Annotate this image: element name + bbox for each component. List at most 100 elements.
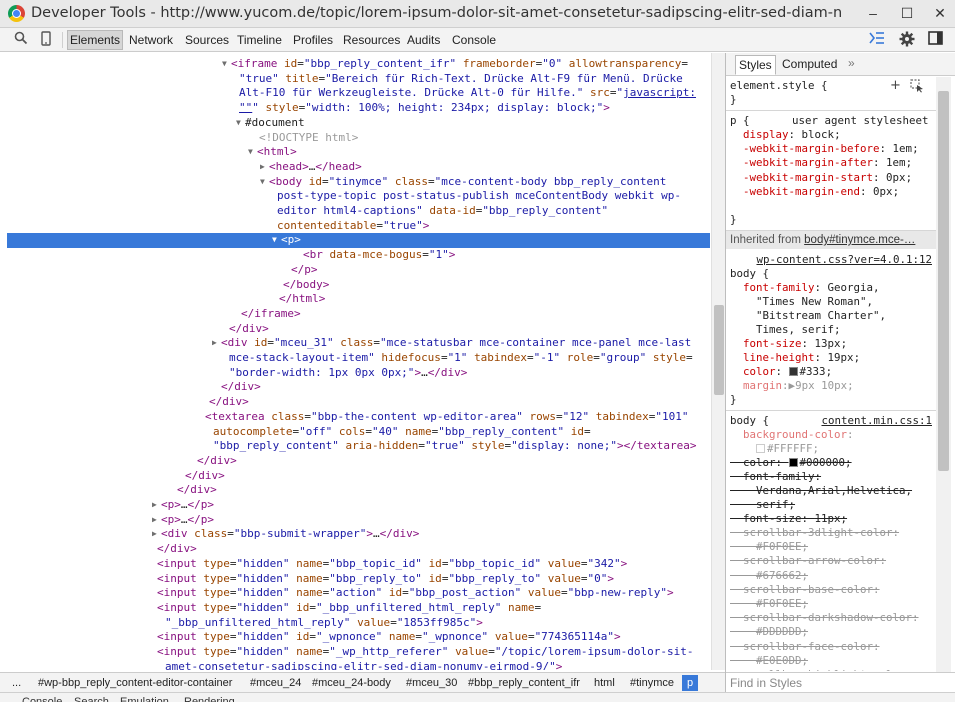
rule2-bg-name[interactable]: background-color	[743, 428, 847, 441]
scrollbar-property-name[interactable]: scrollbar-base-color:	[743, 583, 880, 596]
collapse-triangle-icon[interactable]: ▼	[222, 57, 227, 72]
rule2-fs-name[interactable]: font-size	[743, 512, 802, 525]
expand-triangle-icon[interactable]: ▶	[152, 498, 157, 513]
collapse-triangle-icon[interactable]: ▼	[248, 145, 253, 160]
collapse-triangle-icon[interactable]: ▼	[260, 175, 265, 190]
rule1-font-family-value-0[interactable]: Georgia,	[828, 281, 880, 294]
dom-node-row[interactable]: post-type-topic post-status-publish mceC…	[7, 189, 710, 204]
scrollbar-property-line[interactable]: scrollbar-face-color:	[730, 640, 936, 655]
rule2-ff-value-1[interactable]: serif;	[756, 498, 795, 511]
find-in-styles-input[interactable]	[730, 675, 930, 691]
more-tabs-chevron-icon[interactable]: »	[848, 56, 855, 70]
breadcrumb-item-selected[interactable]: p	[682, 675, 699, 691]
ua-property-value[interactable]: 1em	[893, 142, 913, 155]
dom-node-row[interactable]: """ style="width: 100%; height: 234px; d…	[7, 101, 710, 116]
expand-triangle-icon[interactable]: ▶	[212, 336, 217, 351]
minimize-button[interactable]: –	[862, 4, 884, 22]
device-mode-icon[interactable]	[37, 31, 55, 49]
rule1-selector[interactable]: body {	[730, 267, 769, 280]
rule1-font-size-name[interactable]: font-size	[743, 337, 802, 350]
drawer-tab-rendering[interactable]: Rendering	[184, 696, 235, 702]
dom-node-row[interactable]: ▶ <div id="mceu_31" class="mce-statusbar …	[7, 336, 710, 351]
tab-styles[interactable]: Styles	[735, 55, 776, 75]
dom-node-row[interactable]: ▶ <p>…</p>	[7, 513, 710, 528]
tab-computed[interactable]: Computed	[779, 55, 840, 75]
scrollbar-property-name[interactable]: scrollbar-3dlight-color:	[743, 526, 899, 539]
dom-node-row[interactable]: <input type="hidden" id="_bbp_unfiltered…	[7, 601, 710, 616]
rule1-font-family-name[interactable]: font-family	[743, 281, 815, 294]
dom-node-row[interactable]: <input type="hidden" id="_wpnonce" name=…	[7, 630, 710, 645]
rule2-source-link[interactable]: content.min.css:1	[821, 414, 932, 427]
dom-node-row[interactable]: </div>	[7, 454, 710, 469]
color-swatch[interactable]	[756, 444, 766, 453]
drawer-tab-emulation[interactable]: Emulation	[120, 696, 169, 702]
element-style-selector[interactable]: element.style {	[730, 79, 828, 92]
collapse-triangle-icon[interactable]: ▼	[272, 233, 277, 248]
dom-node-row[interactable]: </p>	[7, 263, 710, 278]
ua-property-line[interactable]: -webkit-margin-start: 0px;	[730, 171, 936, 186]
scrollbar-property-name[interactable]: scrollbar-highlight-color:	[743, 668, 912, 671]
rule1-margin-value[interactable]: 9px 10px	[795, 379, 847, 392]
scrollbar-property-value[interactable]: #676662;	[730, 569, 936, 584]
dom-node-row[interactable]: </div>	[7, 322, 710, 337]
expand-triangle-icon[interactable]: ▶	[152, 513, 157, 528]
rule1-font-size-value[interactable]: 13px	[815, 337, 841, 350]
ua-property-name[interactable]: -webkit-margin-after	[743, 156, 873, 169]
breadcrumb-item[interactable]: #tinymce	[628, 675, 676, 691]
rule2-bg-value[interactable]: #FFFFFF;	[767, 442, 819, 455]
scrollbar-property-name[interactable]: scrollbar-darkshadow-color:	[743, 611, 919, 624]
ua-property-name[interactable]: -webkit-margin-end	[743, 185, 860, 198]
tab-console[interactable]: Console	[450, 30, 498, 50]
settings-gear-icon[interactable]	[898, 31, 916, 49]
dom-node-row[interactable]: </div>	[7, 380, 710, 395]
rule1-margin-name[interactable]: margin	[743, 379, 782, 392]
tab-profiles[interactable]: Profiles	[291, 30, 335, 50]
tab-timeline[interactable]: Timeline	[235, 30, 284, 50]
scrollbar-property-value[interactable]: #F0F0EE;	[730, 597, 936, 612]
new-style-rule-plus-icon[interactable]: +	[890, 78, 901, 93]
collapse-triangle-icon[interactable]: ▼	[236, 116, 241, 131]
dom-node-row[interactable]: <input type="hidden" name="bbp_reply_to"…	[7, 572, 710, 587]
dom-node-row[interactable]: ▼ <body id="tinymce" class="mce-content-b…	[7, 175, 710, 190]
scrollbar-thumb[interactable]	[938, 91, 949, 471]
dom-node-row[interactable]: Alt-F10 für Werkzeugleiste. Drücke Alt-0…	[7, 86, 710, 101]
dom-node-row[interactable]: "_bbp_unfiltered_html_reply" value="1853…	[7, 616, 710, 631]
tab-elements[interactable]: Elements	[67, 30, 124, 50]
scrollbar-property-name[interactable]: scrollbar-face-color:	[743, 640, 880, 653]
color-swatch[interactable]	[788, 458, 798, 467]
dom-node-row[interactable]: amet-consetetur-sadipscing-elitr-sed-dia…	[7, 660, 710, 670]
tab-network[interactable]: Network	[127, 30, 175, 50]
dom-node-row[interactable]: </html>	[7, 292, 710, 307]
ua-property-name[interactable]: -webkit-margin-start	[743, 171, 873, 184]
dom-node-row[interactable]: <input type="hidden" name="bbp_topic_id"…	[7, 557, 710, 572]
styles-scrollbar[interactable]	[936, 77, 951, 672]
dom-node-row[interactable]: <br data-mce-bogus="1">	[7, 248, 710, 263]
dom-node-row[interactable]: "border-width: 1px 0px 0px;">…</div>	[7, 366, 710, 381]
dock-side-icon[interactable]	[926, 31, 944, 49]
dom-node-row[interactable]: </div>	[7, 395, 710, 410]
rule1-color-name[interactable]: color	[743, 365, 776, 378]
rule1-line-height-name[interactable]: line-height	[743, 351, 815, 364]
dom-node-row[interactable]: "true" title="Bereich für Rich-Text. Drü…	[7, 72, 710, 87]
dom-node-row[interactable]: <input type="hidden" name="_wp_http_refe…	[7, 645, 710, 660]
breadcrumb-item[interactable]: #mceu_24	[248, 675, 303, 691]
rule1-line-height-value[interactable]: 19px	[828, 351, 854, 364]
scrollbar-property-value[interactable]: #F0F0EE;	[730, 540, 936, 555]
expand-triangle-icon[interactable]: ▶	[152, 527, 157, 542]
rule2-ff-name[interactable]: font-family	[743, 470, 815, 483]
rule1-source-link[interactable]: wp-content.css?ver=4.0.1:12	[756, 253, 932, 266]
ua-selector[interactable]: p {	[730, 114, 750, 127]
drawer-tab-console[interactable]: Console	[22, 696, 62, 702]
elements-tree[interactable]: ▼ <iframe id="bbp_reply_content_ifr" fram…	[7, 53, 710, 670]
rule2-color-name[interactable]: color	[743, 456, 776, 469]
dom-node-row[interactable]: mce-stack-layout-item" hidefocus="1" tab…	[7, 351, 710, 366]
dom-node-row[interactable]: ▼ <iframe id="bbp_reply_content_ifr" fram…	[7, 57, 710, 72]
expand-triangle-icon[interactable]: ▶	[260, 160, 265, 175]
ua-property-line[interactable]: -webkit-margin-end: 0px;	[730, 185, 936, 200]
scrollbar-property-value[interactable]: #E0E0DD;	[730, 654, 936, 669]
rule2-fs-value[interactable]: 11px;	[815, 512, 848, 525]
dom-node-row[interactable]: ▶ <p>…</p>	[7, 498, 710, 513]
dom-node-row[interactable]: "bbp_reply_content" aria-hidden="true" s…	[7, 439, 710, 454]
rule2-ff-value-0[interactable]: Verdana,Arial,Helvetica,	[756, 484, 912, 497]
ua-property-value[interactable]: block	[802, 128, 835, 141]
